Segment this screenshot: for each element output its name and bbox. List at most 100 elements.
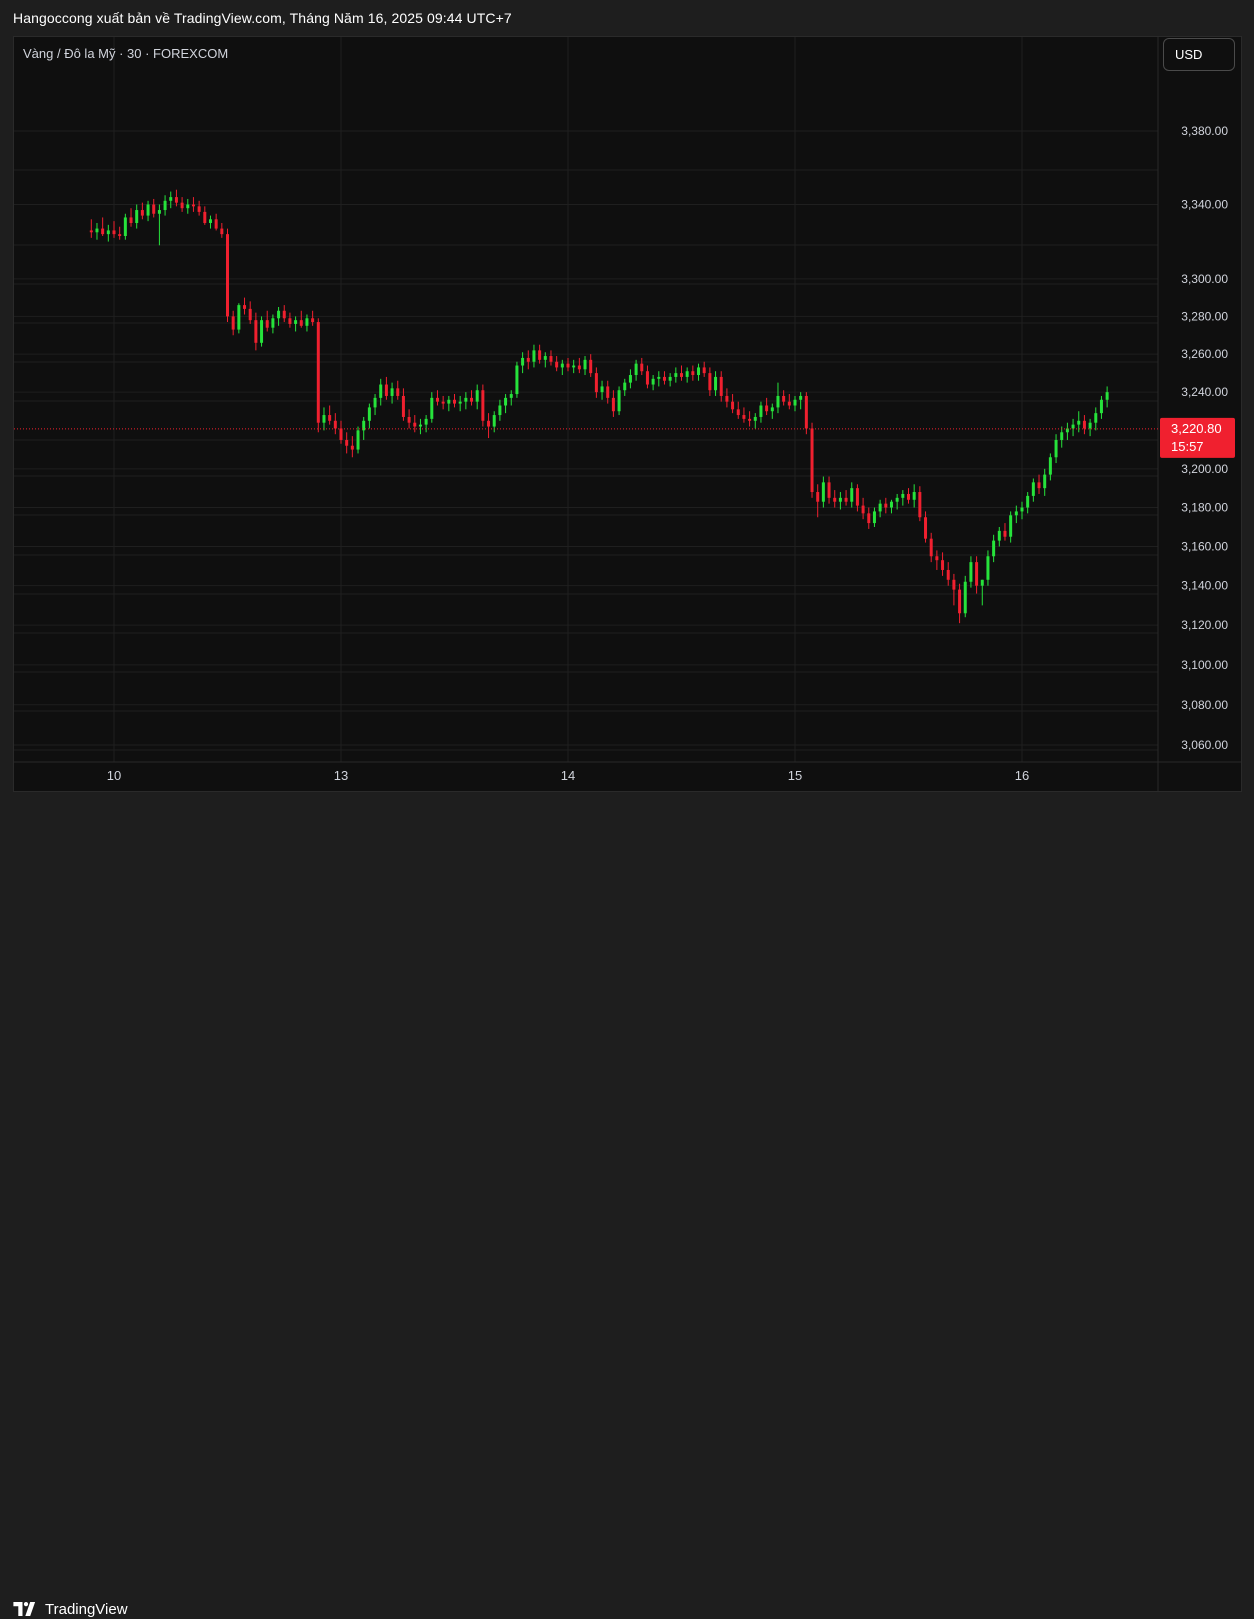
candle-body [339, 428, 343, 440]
candle [447, 395, 451, 412]
candle [498, 399, 502, 421]
candle-body [611, 397, 615, 412]
candle-body [901, 493, 905, 498]
candle [106, 224, 110, 242]
candle-body [1094, 413, 1098, 423]
candle-body [924, 517, 928, 539]
candle-body [861, 505, 865, 514]
candle [294, 316, 298, 332]
candle [214, 213, 218, 231]
candle-body [470, 397, 474, 402]
candle [186, 198, 190, 214]
candle-body [191, 204, 195, 207]
candle [157, 204, 161, 246]
candle-body [844, 497, 848, 502]
candle-body [753, 416, 757, 421]
candle [203, 206, 207, 225]
candle [288, 312, 292, 328]
candle-body [1009, 515, 1013, 537]
candle [453, 394, 456, 408]
symbol-title[interactable]: Vàng / Đô la Mỹ · 30 · FOREXCOM [23, 46, 228, 61]
candle-body [350, 445, 354, 450]
candle-body [407, 416, 411, 423]
candle [316, 318, 320, 433]
candle [464, 392, 468, 410]
candle-body [617, 390, 621, 412]
candle-body [1020, 507, 1024, 512]
candle-body [804, 395, 808, 429]
candle [997, 526, 1001, 547]
candlestick-chart[interactable]: 3,380.00 3,340.00 3,300.00 3,280.00 3,260.00… [0, 0, 1254, 837]
candle-body [708, 373, 712, 391]
candle [821, 476, 825, 508]
candle [958, 583, 962, 624]
candle [765, 397, 769, 416]
candle [1065, 422, 1069, 440]
candle-body [980, 579, 984, 586]
candle-body [975, 562, 979, 586]
candle [986, 550, 990, 586]
candle [697, 363, 701, 381]
candle-body [430, 397, 434, 419]
candle [674, 367, 678, 383]
candle-body [288, 318, 292, 324]
candle-body [549, 356, 553, 362]
candle [600, 380, 604, 400]
candle [929, 532, 933, 563]
candle-body [867, 513, 871, 524]
candle [345, 432, 349, 454]
candle [827, 476, 831, 504]
candle-body [1048, 457, 1052, 475]
candle [640, 357, 644, 376]
candle [1020, 501, 1024, 520]
candle [804, 392, 808, 435]
candle [418, 418, 422, 435]
candle [589, 354, 593, 377]
candle [367, 403, 371, 429]
candle [101, 217, 105, 236]
candle-body [226, 234, 229, 317]
time-axis: 10 13 14 15 16 [107, 768, 1029, 783]
candle-body [532, 350, 536, 362]
candle [1082, 415, 1086, 435]
candle-body [572, 365, 576, 368]
candle [356, 426, 360, 454]
candle [118, 226, 122, 240]
candle [424, 415, 428, 433]
candles [89, 189, 1109, 624]
candle [907, 488, 910, 504]
candle [1037, 474, 1041, 494]
candle-body [1003, 530, 1007, 537]
candle-body [129, 217, 133, 224]
tradingview-logo[interactable]: TradingView [13, 1599, 128, 1619]
candle-body [594, 373, 598, 393]
candle-body [345, 439, 349, 446]
candle-body [685, 371, 689, 377]
candle-body [697, 367, 701, 376]
candle-body [169, 197, 173, 201]
candle-body [1026, 495, 1030, 508]
candle [333, 413, 337, 435]
candle [407, 409, 411, 429]
candle-body [157, 210, 161, 214]
candle-body [577, 365, 581, 370]
candle [430, 392, 434, 423]
candle-body [197, 206, 201, 212]
candle-body [220, 228, 224, 235]
candle-body [997, 530, 1001, 541]
candle [532, 344, 536, 368]
candle-body [782, 395, 786, 402]
candle-body [634, 363, 638, 376]
candle [725, 388, 729, 408]
candle-body [736, 409, 740, 416]
candle [975, 556, 979, 594]
candle-body [453, 399, 456, 404]
candle-body [243, 305, 247, 309]
candle [662, 371, 666, 385]
currency-button[interactable]: USD [1163, 38, 1235, 71]
candle-body [435, 397, 439, 402]
candle-body [248, 308, 252, 321]
candle [140, 202, 144, 220]
candle [526, 350, 530, 370]
candle-body [152, 204, 156, 214]
